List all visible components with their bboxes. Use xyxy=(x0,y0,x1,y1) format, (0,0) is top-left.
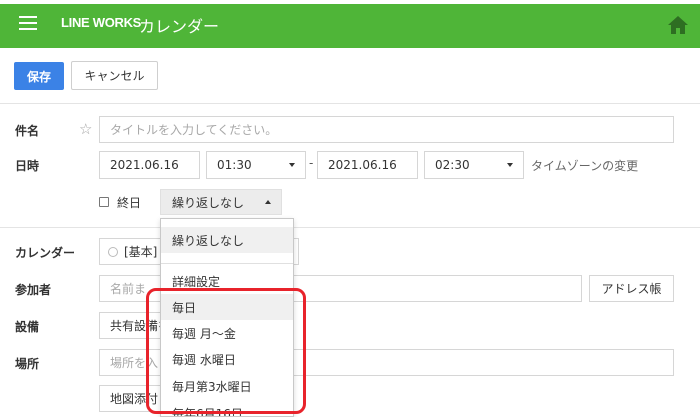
save-button[interactable]: 保存 xyxy=(14,62,64,90)
calendar-color-dot xyxy=(108,246,118,257)
chevron-up-icon xyxy=(265,200,271,204)
home-icon[interactable] xyxy=(667,15,689,35)
end-date-value: 2021.06.16 xyxy=(328,158,397,172)
start-date-field[interactable]: 2021.06.16 xyxy=(99,151,200,179)
end-date-field[interactable]: 2021.06.16 xyxy=(317,151,418,179)
repeat-select[interactable]: 繰り返しなし xyxy=(160,189,282,215)
repeat-select-value: 繰り返しなし xyxy=(172,195,245,210)
start-time-select[interactable]: 01:30 xyxy=(206,151,306,179)
chevron-down-icon xyxy=(507,163,513,167)
participants-placeholder: 名前ま xyxy=(110,282,147,296)
participants-label: 参加者 xyxy=(15,283,52,297)
hamburger-menu-icon[interactable] xyxy=(19,16,37,30)
repeat-option-none[interactable]: 繰り返しなし xyxy=(161,227,293,253)
app-title: カレンダー xyxy=(139,17,220,36)
annotation-highlight-box xyxy=(146,288,306,414)
all-day-checkbox[interactable] xyxy=(99,197,109,207)
subject-placeholder: タイトルを入力してください。 xyxy=(110,123,278,137)
timezone-link[interactable]: タイムゾーンの変更 xyxy=(531,157,638,174)
star-icon[interactable]: ☆ xyxy=(79,120,92,138)
chevron-down-icon xyxy=(289,163,295,167)
section-divider xyxy=(0,227,700,228)
facility-label: 設備 xyxy=(15,320,40,334)
end-time-select[interactable]: 02:30 xyxy=(424,151,524,179)
subject-label: 件名 xyxy=(15,124,40,138)
end-time-value: 02:30 xyxy=(435,158,470,172)
calendar-value: [基本] xyxy=(124,245,158,259)
dropdown-separator xyxy=(161,263,293,264)
address-book-label: アドレス帳 xyxy=(601,282,662,296)
subject-input[interactable]: タイトルを入力してください。 xyxy=(99,116,674,143)
location-label: 場所 xyxy=(15,357,40,371)
calendar-label: カレンダー xyxy=(15,246,76,260)
toolbar-divider xyxy=(0,103,700,104)
start-date-value: 2021.06.16 xyxy=(110,158,179,172)
all-day-label: 終日 xyxy=(117,196,142,210)
brand-logo: LINE WORKS xyxy=(61,15,142,30)
date-separator: - xyxy=(309,156,314,170)
address-book-button[interactable]: アドレス帳 xyxy=(589,275,674,302)
cancel-button[interactable]: キャンセル xyxy=(71,61,158,90)
start-time-value: 01:30 xyxy=(217,158,252,172)
datetime-label: 日時 xyxy=(15,159,40,173)
